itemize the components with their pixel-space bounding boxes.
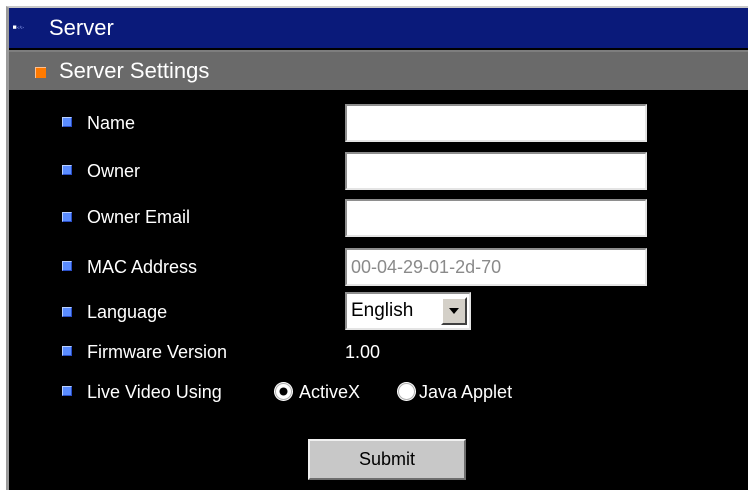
submit-button[interactable]: Submit — [308, 439, 466, 480]
dropdown-arrow-icon — [449, 308, 459, 314]
blue-square-bullet-icon — [62, 261, 72, 271]
activex-radio[interactable] — [273, 381, 294, 402]
mac-address-label: MAC Address — [87, 257, 198, 277]
owner-label: Owner — [87, 161, 141, 181]
name-input[interactable] — [345, 104, 647, 142]
language-selected-value: English — [351, 300, 414, 321]
firmware-version-value: 1.00 — [345, 342, 381, 362]
name-label: Name — [87, 113, 136, 133]
blue-square-bullet-icon — [62, 212, 72, 222]
language-dropdown-button[interactable] — [441, 297, 467, 325]
owner-email-input[interactable] — [345, 199, 647, 237]
title-bar: Server — [9, 8, 748, 48]
java-applet-label[interactable]: Java Applet — [419, 381, 512, 403]
firmware-version-label: Firmware Version — [87, 342, 228, 362]
blue-square-bullet-icon — [62, 346, 72, 356]
language-label: Language — [87, 302, 168, 322]
language-select[interactable]: English — [345, 292, 471, 330]
owner-input[interactable] — [345, 152, 647, 190]
java-applet-radio[interactable] — [396, 381, 417, 402]
blue-square-bullet-icon — [62, 386, 72, 396]
section-title: Server Settings — [59, 58, 210, 83]
server-panel: Server Server Settings Name Owner Owner … — [6, 6, 748, 490]
blue-square-bullet-icon — [62, 165, 72, 175]
section-header: Server Settings — [9, 50, 748, 90]
owner-email-label: Owner Email — [87, 207, 191, 227]
window-title: Server — [49, 15, 114, 40]
mac-address-field — [345, 248, 647, 286]
orange-square-icon — [35, 67, 46, 78]
blue-square-bullet-icon — [62, 117, 72, 127]
activex-label[interactable]: ActiveX — [299, 381, 360, 403]
live-video-label: Live Video Using — [87, 382, 222, 402]
blue-square-bullet-icon — [62, 307, 72, 317]
window-menu-icon — [13, 25, 24, 29]
